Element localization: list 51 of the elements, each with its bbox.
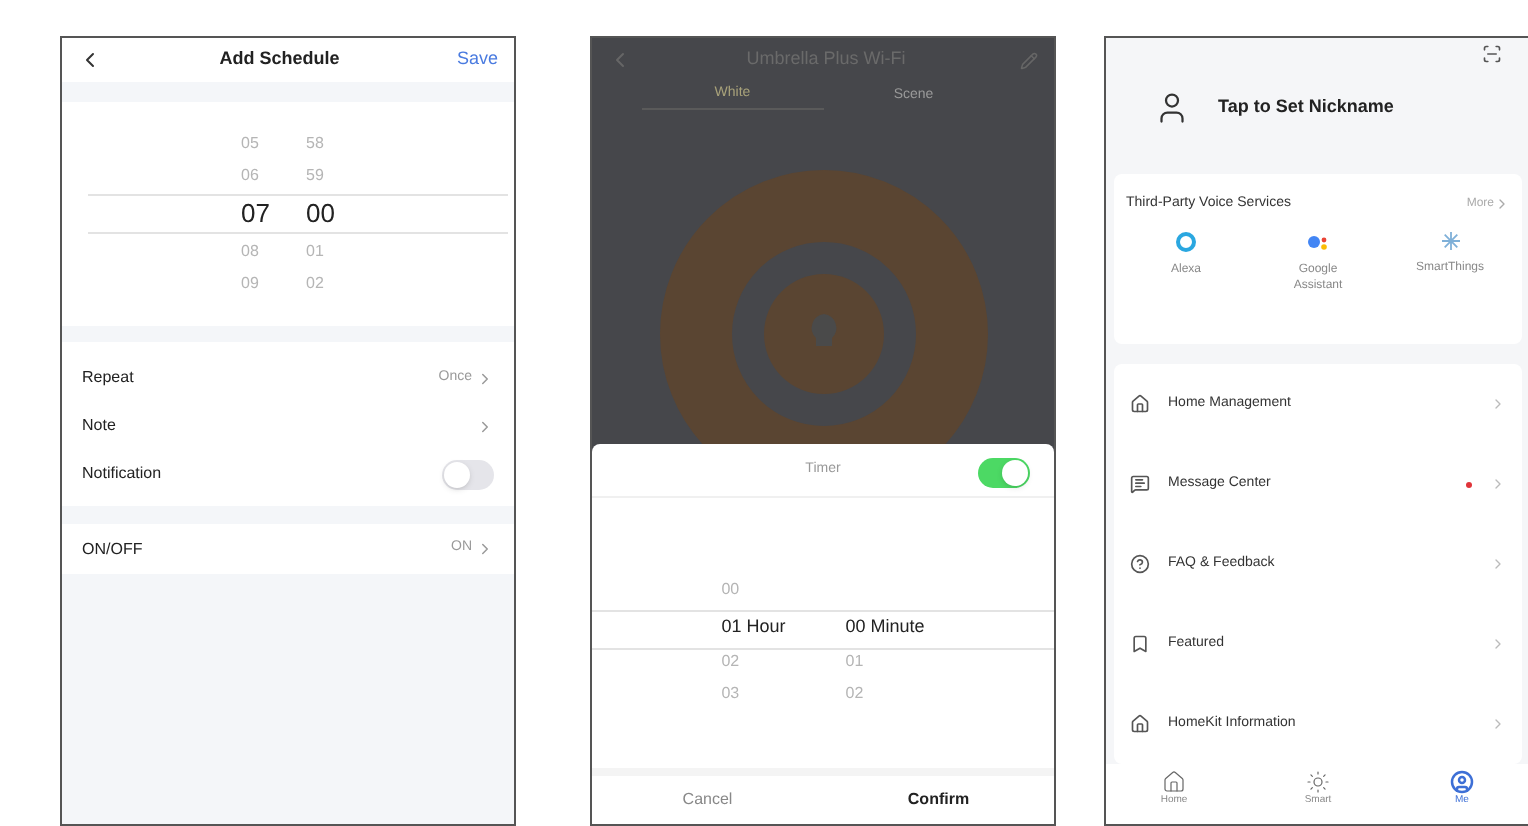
picker-value[interactable]: 02 xyxy=(721,646,740,678)
snowflake-icon xyxy=(1441,231,1459,249)
chevron-icon[interactable] xyxy=(476,540,494,558)
profile-icon xyxy=(1450,770,1474,794)
chevron-icon[interactable] xyxy=(476,417,494,435)
sun-icon xyxy=(1306,770,1330,794)
cancel-button[interactable]: Cancel xyxy=(592,776,823,824)
picker-value[interactable]: 01 Hour xyxy=(721,606,786,646)
nickname-prompt[interactable]: Tap to Set Nickname xyxy=(1218,93,1394,121)
screen-title: Add Schedule xyxy=(219,46,340,73)
help-icon xyxy=(1130,554,1150,574)
edit-icon[interactable] xyxy=(1019,51,1038,69)
toggle-switch[interactable] xyxy=(442,459,494,489)
picker-value[interactable]: 59 xyxy=(306,160,324,192)
toggle-switch[interactable] xyxy=(978,458,1030,488)
picker-value[interactable]: 01 xyxy=(845,646,864,678)
avatar-icon[interactable] xyxy=(1154,89,1190,125)
picker-value[interactable]: 01 xyxy=(306,236,324,268)
chevron-icon[interactable] xyxy=(476,369,494,387)
save-button[interactable]: Save xyxy=(456,46,498,74)
chevron-icon xyxy=(1490,476,1506,492)
setting-label: ON/OFF xyxy=(82,537,143,561)
chevron-icon xyxy=(1490,716,1506,732)
setting-label: Repeat xyxy=(82,366,134,390)
ring-icon xyxy=(1176,231,1196,251)
chevron-icon xyxy=(1490,396,1506,412)
picker-value[interactable]: 09 xyxy=(241,268,259,300)
chevron-icon xyxy=(1494,196,1510,213)
setting-label: Note xyxy=(82,414,116,438)
picker-value[interactable]: 00 xyxy=(306,192,335,236)
scan-icon[interactable] xyxy=(1482,44,1502,64)
message-icon xyxy=(1130,474,1150,494)
confirm-button[interactable]: Confirm xyxy=(823,776,1054,824)
picker-value[interactable]: 02 xyxy=(306,268,324,300)
picker-value[interactable]: 03 xyxy=(721,678,740,710)
chevron-icon xyxy=(1490,636,1506,652)
dots-icon xyxy=(1306,231,1330,251)
picker-value[interactable]: 58 xyxy=(306,128,324,160)
picker-value[interactable]: 06 xyxy=(241,160,259,192)
chevron-icon xyxy=(1490,556,1506,572)
picker-value[interactable]: 00 Minute xyxy=(845,606,925,646)
picker-value[interactable]: 07 xyxy=(241,192,270,236)
house-icon xyxy=(1130,394,1150,414)
picker-value[interactable]: 02 xyxy=(845,678,864,710)
picker-value[interactable]: 08 xyxy=(241,236,259,268)
setting-label: Notification xyxy=(82,462,162,486)
house-icon xyxy=(1130,714,1150,734)
picker-value[interactable]: 05 xyxy=(241,128,259,160)
bookmark-icon xyxy=(1130,634,1150,654)
picker-value[interactable]: 00 xyxy=(721,574,740,606)
house-icon xyxy=(1162,770,1186,794)
